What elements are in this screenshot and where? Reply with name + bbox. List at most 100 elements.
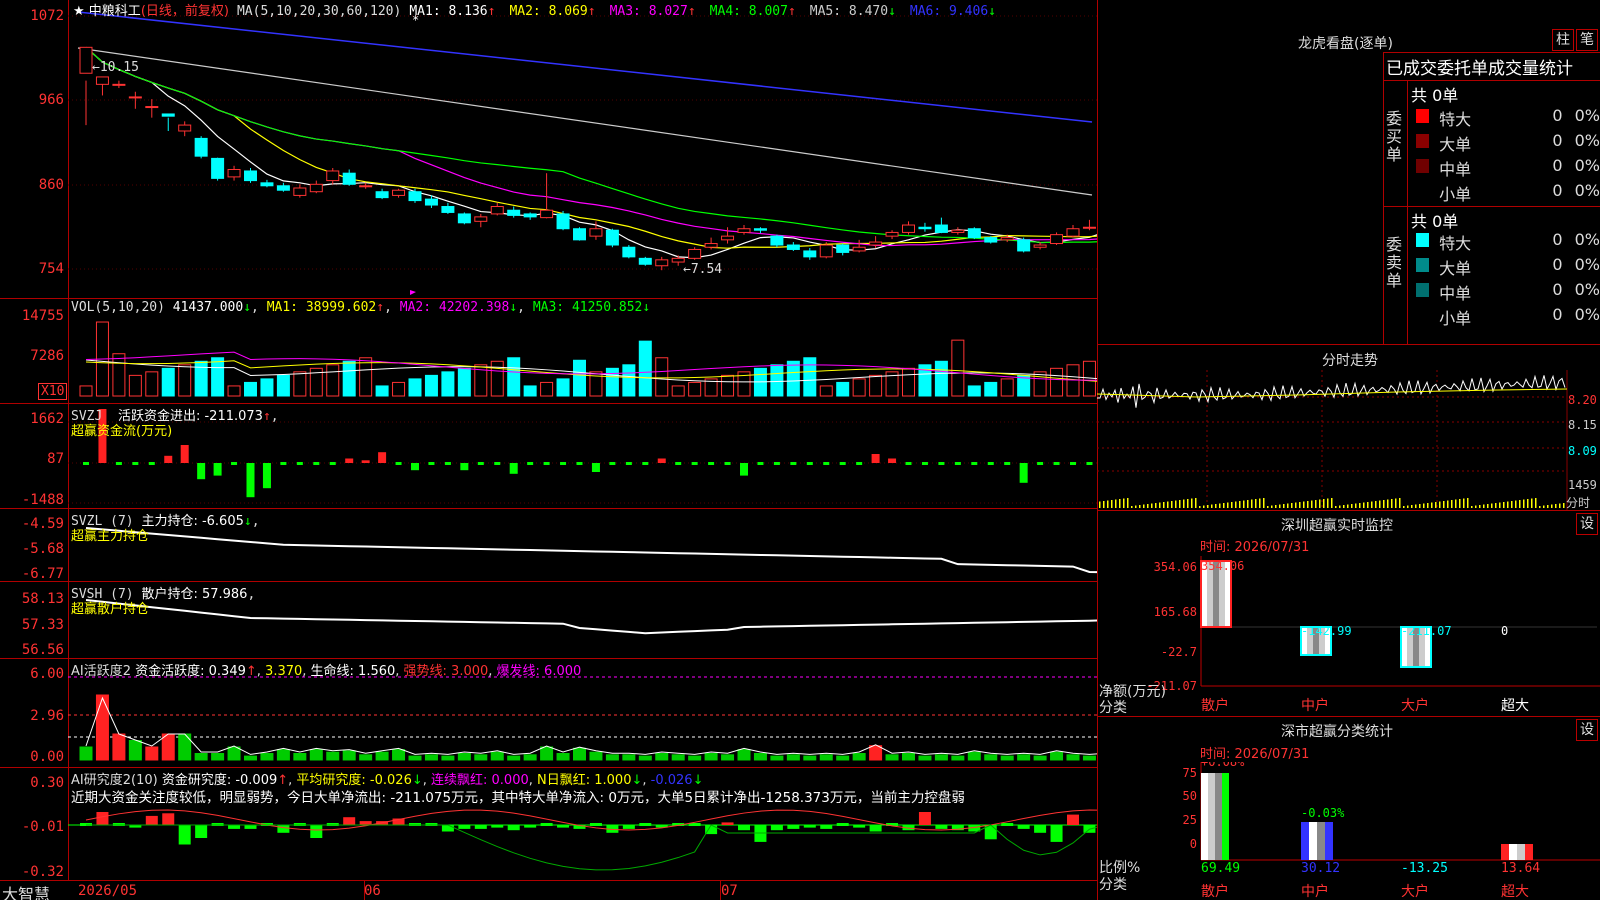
tab-tick[interactable]: 笔 bbox=[1576, 29, 1598, 51]
activity-bar bbox=[95, 694, 109, 761]
activity-bar bbox=[918, 755, 932, 761]
volume-bar bbox=[836, 381, 850, 397]
fenshi-volume-bar bbox=[1151, 503, 1153, 508]
fenshi-chart[interactable] bbox=[1097, 370, 1600, 510]
candle bbox=[490, 206, 504, 215]
research-bar bbox=[738, 825, 750, 831]
ma-value-2: MA2: 8.069↑ bbox=[509, 4, 596, 19]
activity-bar bbox=[523, 754, 537, 761]
candle bbox=[638, 257, 652, 265]
flow-bar bbox=[642, 462, 649, 465]
activity-bar bbox=[507, 755, 521, 761]
sc-settings-button[interactable]: 设 bbox=[1576, 719, 1598, 741]
fenshi-volume-bar bbox=[1435, 502, 1437, 508]
bar-segment bbox=[1325, 822, 1333, 860]
fenshi-volume-bar bbox=[1491, 503, 1493, 508]
flow-bar bbox=[1004, 462, 1011, 465]
activity-bar bbox=[276, 749, 290, 761]
bar-segment bbox=[1525, 844, 1533, 860]
flow-bar bbox=[527, 462, 534, 465]
color-swatch-icon bbox=[1416, 233, 1430, 247]
volume-bar bbox=[1000, 378, 1014, 397]
volume-bar bbox=[622, 364, 636, 397]
fenshi-volume-bar bbox=[1415, 504, 1417, 508]
volume-bar bbox=[523, 385, 537, 397]
fenshi-volume-bar bbox=[1311, 500, 1313, 508]
fenshi-volume-bar bbox=[1351, 504, 1353, 508]
volume-bar bbox=[655, 357, 669, 397]
fenshi-volume-bar bbox=[1167, 501, 1169, 508]
research-bar bbox=[145, 815, 158, 825]
research-bar bbox=[507, 825, 520, 831]
volume-bar bbox=[786, 360, 800, 397]
volume-bar bbox=[951, 339, 965, 397]
sz-settings-button[interactable]: 设 bbox=[1576, 513, 1598, 535]
fenshi-volume-bar bbox=[1291, 503, 1293, 508]
volume-bar bbox=[1033, 371, 1047, 397]
flow-bar bbox=[494, 462, 501, 465]
svsh-axis-1: 58.13 bbox=[21, 591, 64, 607]
sz-time: 时间: 2026/07/31 bbox=[1200, 540, 1310, 555]
research-bar bbox=[540, 823, 553, 826]
fenshi-axis-3: 8.09 bbox=[1568, 444, 1597, 458]
lhb-header: 已成交委托单成交量统计 bbox=[1386, 59, 1573, 79]
fenshi-volume-bar bbox=[1463, 498, 1465, 508]
sc-top-label: -0.03% bbox=[1301, 806, 1345, 820]
fenshi-volume-bar bbox=[1107, 500, 1109, 508]
sz-value-label: 354.06 bbox=[1201, 559, 1244, 573]
fenshi-volume-bar bbox=[1419, 504, 1421, 508]
fenshi-volume-bar bbox=[1175, 500, 1177, 508]
volume-bar bbox=[819, 385, 833, 397]
research-bar bbox=[244, 825, 257, 829]
tab-bar[interactable]: 柱 bbox=[1552, 29, 1574, 51]
activity-bar bbox=[408, 755, 422, 761]
fenshi-volume-bar bbox=[1515, 500, 1517, 508]
flow-bar bbox=[411, 463, 419, 471]
xaxis-date-1: 2026/05 bbox=[78, 883, 138, 899]
sell-row-4: 小单 0 0% bbox=[1410, 305, 1600, 329]
activity-bar bbox=[244, 755, 257, 761]
flow-bar bbox=[115, 462, 122, 465]
fenshi-volume-bar bbox=[1543, 505, 1545, 508]
volume-bar bbox=[803, 357, 817, 397]
sz-category-label: 大户 bbox=[1401, 697, 1429, 714]
flow-bar bbox=[246, 463, 255, 498]
svzl-axis-2: -5.68 bbox=[21, 541, 64, 557]
fenshi-volume-bar bbox=[1143, 504, 1145, 508]
flow-bar bbox=[560, 462, 567, 465]
candle bbox=[951, 229, 965, 233]
research-bar bbox=[770, 825, 783, 831]
sc-value-label: 30.12 bbox=[1301, 861, 1340, 876]
kline-chart[interactable]: * bbox=[0, 0, 1097, 900]
candle bbox=[852, 246, 866, 252]
candle bbox=[359, 185, 373, 188]
flow-bar bbox=[657, 458, 666, 463]
candle bbox=[1000, 237, 1014, 241]
research-green-line bbox=[86, 824, 1097, 871]
volume-bar bbox=[161, 367, 175, 397]
fenshi-axis-2: 8.15 bbox=[1568, 418, 1597, 432]
price-axis-4: 754 bbox=[38, 261, 64, 277]
flow-bar bbox=[543, 462, 550, 465]
activity-bar bbox=[721, 754, 735, 761]
flow-bar bbox=[329, 462, 336, 465]
chart-mode: (日线，前复权) bbox=[140, 4, 229, 19]
flow-bar bbox=[871, 454, 880, 463]
flow-bar bbox=[609, 462, 616, 465]
volume-bar bbox=[375, 385, 389, 397]
fenshi-volume-bar bbox=[1339, 505, 1341, 508]
research-bar bbox=[1067, 814, 1079, 825]
activity-bar bbox=[441, 755, 455, 761]
activity-bar bbox=[1033, 755, 1047, 761]
flow-bar bbox=[444, 462, 451, 465]
fenshi-volume-bar bbox=[1179, 500, 1181, 508]
price-high-annot: ←10.15 bbox=[92, 60, 139, 75]
sz-value-label: -211.07 bbox=[1401, 624, 1452, 638]
fenshi-volume-bar bbox=[1467, 498, 1469, 508]
xaxis-date-3: 07 bbox=[721, 883, 738, 899]
cursor-marker bbox=[410, 290, 416, 295]
flow-bar bbox=[395, 462, 402, 465]
candle bbox=[1033, 244, 1047, 248]
activity-bar bbox=[655, 753, 669, 761]
fenshi-volume-bar bbox=[1131, 506, 1133, 508]
